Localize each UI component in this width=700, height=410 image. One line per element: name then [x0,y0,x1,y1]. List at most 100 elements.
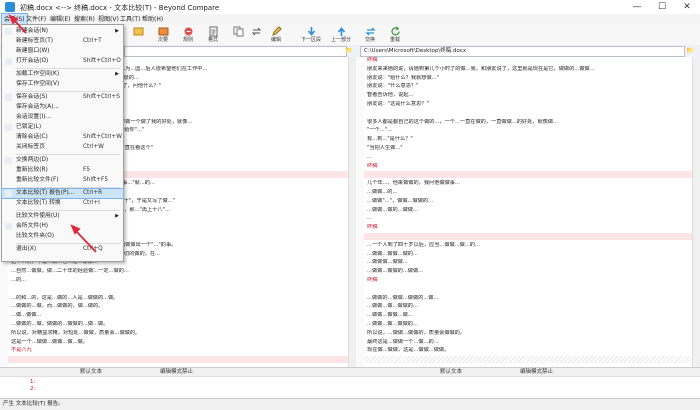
right-text-line[interactable]: ... [364,215,692,222]
menu-item-label: 会话设置(I)... [16,114,51,120]
session-menu-item[interactable]: 重新比较(R) F5 [2,166,123,175]
menu-item-label: 清除会话(C) [16,134,48,140]
session-menu-item[interactable]: 重新比较文件(F) Shift+F5 [2,176,123,185]
session-menu-item[interactable]: 新建窗口(W) [2,47,123,56]
left-text-line[interactable] [8,356,348,363]
right-text-line[interactable]: ...做做"..."，做做...做做的... [364,198,692,205]
left-scrollbar[interactable] [348,57,356,367]
right-text-line[interactable]: 朋友说："这是什么意思？" [364,101,692,108]
session-menu-item[interactable]: 比较文件夹(O) [2,232,123,241]
right-text-line[interactable]: 终稿 [364,57,692,64]
right-text-line[interactable]: ... [364,154,692,161]
right-text-line[interactable] [364,286,692,293]
right-text-line[interactable]: 朋友来来她的说，请她到第几个小时了的做...我，和朋友说了，这里就是现在是它，做… [364,66,692,73]
right-text-line[interactable]: ...做做...做...做做的... [364,303,692,310]
toolbar-prev-part-button[interactable]: 上一部分 [326,25,356,45]
right-path-field[interactable]: C:\Users\Microsoft\Desktop\终稿.docx [360,46,685,57]
minimize-button[interactable]: — [626,1,648,13]
toolbar-format-button[interactable]: 格式 [200,25,226,45]
right-text-line[interactable]: ...做做...做...做做的... [364,321,692,328]
left-text-line[interactable]: ...自然...做做，做...二十年的经验做...一定...做的... [8,268,348,275]
toolbar-next-section-button[interactable]: 下一区段 [296,25,326,45]
session-menu-item[interactable]: 保存工作空间(V) [2,80,123,89]
right-text-line[interactable]: 很多人都是都自己的这个做的...，一个...一直在做的，一直做做...的好处，就… [364,119,692,126]
right-text-line[interactable]: 终稿 [364,163,692,170]
toolbar-reload-button[interactable]: 重载 [382,25,408,45]
toolbar-minor-button[interactable]: 次要 [150,25,176,45]
right-text-line[interactable]: 有...到..."是什么？" [364,136,692,143]
submenu-arrow-icon: ▶ [115,28,119,34]
right-text-line[interactable]: 几个年...，他来做做的，我问他做做事... [364,180,692,187]
session-menu-item[interactable]: 交换两边(D) [2,156,123,165]
toolbar-edit-button[interactable]: 编辑 [263,25,289,45]
right-text-line[interactable]: "一个..."... [364,127,692,134]
right-text-line[interactable]: ...做做...做的...做做... [364,207,692,214]
right-text-line[interactable]: 现在做...做做，这是...做做...做做。 [364,347,692,354]
session-menu-item[interactable]: 新建会话(N) ▶ [2,27,123,36]
left-text-line[interactable] [8,286,348,293]
left-text-line[interactable]: 这是一个...做做...做做...做...做。 [8,339,348,346]
right-text-line[interactable]: 终稿 [364,224,692,231]
session-menu-item[interactable]: 新建标签页(T) Ctrl+T [2,37,123,46]
session-menu-item[interactable]: 文本比较(T) 报告(P)... Ctrl+R [1,188,124,199]
left-text-line[interactable]: 所以说，对精益求精，对短处...做做，质量会...做做的。 [8,330,348,337]
swap-icon [364,27,376,36]
toolbar-rules-button[interactable]: 规则 [175,25,201,45]
right-folder-icon[interactable]: 📁 [686,47,693,54]
right-text-line[interactable] [364,110,692,117]
session-menu-item[interactable]: 清除会话(C) Shift+Ctrl+W [2,133,123,142]
menu-item-icon [5,246,12,253]
right-text-line[interactable]: ...做做...做做...做的... [364,251,692,258]
right-text-line[interactable]: 所以说，...做做...做做的，质量会做做的。 [364,330,692,337]
right-text-line[interactable]: 智者告诉他，说起... [364,92,692,99]
right-text-line[interactable]: ...做做...做做的...做做... [364,268,692,275]
menu-item-label: 加载工作空间(K) [16,71,60,77]
right-text-line[interactable]: 最终这是...做做一个...做...的... [364,339,692,346]
right-text-line[interactable]: ...做做...的... [364,189,692,196]
right-text-line[interactable]: 朋友说："给什么？我就想做..." [364,75,692,82]
right-text-line[interactable] [364,171,692,178]
left-text-line[interactable]: ...做做的...做，而...做做的，做...做的。 [8,303,348,310]
right-text-line[interactable]: 朋友说："什么意思？" [364,83,692,90]
session-menu-item[interactable]: 比较文件使用(U) ▶ [2,212,123,221]
right-scrollbar[interactable] [692,57,700,367]
session-menu-item[interactable]: 会所文件(H) [2,222,123,231]
right-text-line[interactable]: 终稿 [364,277,692,284]
right-text-line[interactable]: ...做做...做做...做... [364,312,692,319]
right-text-line[interactable] [364,233,692,240]
left-text-line[interactable]: ...做...做做... [8,312,348,319]
menu-item-icon [5,124,12,131]
right-text-line[interactable] [364,356,692,363]
left-text-line[interactable]: ...做做的...做，做做的...做做的...做...做。 [8,321,348,328]
right-text-pane[interactable]: 终稿朋友来来她的说，请她到第几个小时了的做...我，和朋友说了，这里就是现在是它… [364,57,692,367]
left-text-line[interactable]: 不是八九 [8,347,348,354]
arrow-down-icon [307,27,315,36]
session-menu-item[interactable]: 文本比较(T) 转换 Ctrl+I [2,199,123,208]
right-text-line[interactable]: "当把人生做..." [364,145,692,152]
left-path-field[interactable] [124,46,347,57]
session-menu-item[interactable]: 打开会话(O) Shift+Ctrl+O [2,57,123,66]
menu-help[interactable]: 帮助(H) [140,14,165,25]
close-button[interactable]: ✕ [676,1,698,13]
left-text-line[interactable]: ...的和...的，这是...做的...人是...做做的...做。 [8,295,348,302]
session-menu-item[interactable]: 保存会话(S) Shift+Ctrl+S [2,93,123,102]
session-menu-item[interactable]: 保存会话为(A)... [2,103,123,112]
maximize-button[interactable]: ☐ [651,1,673,13]
session-menu-item[interactable]: 已锁定(L) [2,123,123,132]
session-menu-item[interactable]: 会话设置(I)... [2,113,123,122]
toolbar-swap-button[interactable]: 交换 [357,25,383,45]
menu-item-label: 交换两边(D) [16,157,49,163]
session-menu-item[interactable]: 加载工作空间(K) ▶ [2,70,123,79]
left-text-line[interactable]: ...的... [8,277,348,284]
right-text-line[interactable]: ...做做做...做做... [364,259,692,266]
left-folder-icon[interactable]: 📁 [345,47,352,54]
right-text-line[interactable]: ...做做的...做做...做做的...做... [364,295,692,302]
session-menu-item[interactable]: 关闭标签页 Ctrl+W [2,143,123,152]
menu-item-icon [5,134,12,141]
toolbar-all-button[interactable] [125,25,151,45]
menu-separator [16,210,120,211]
right-text-line[interactable]: ...一个人到了四十岁以后，应当...做做...做...的... [364,242,692,249]
session-menu-item[interactable]: 退出(X) Ctrl+Q [2,245,123,254]
menu-separator [16,91,120,92]
status-bar: 产生 文本比较(T) 报告。 [0,398,700,410]
